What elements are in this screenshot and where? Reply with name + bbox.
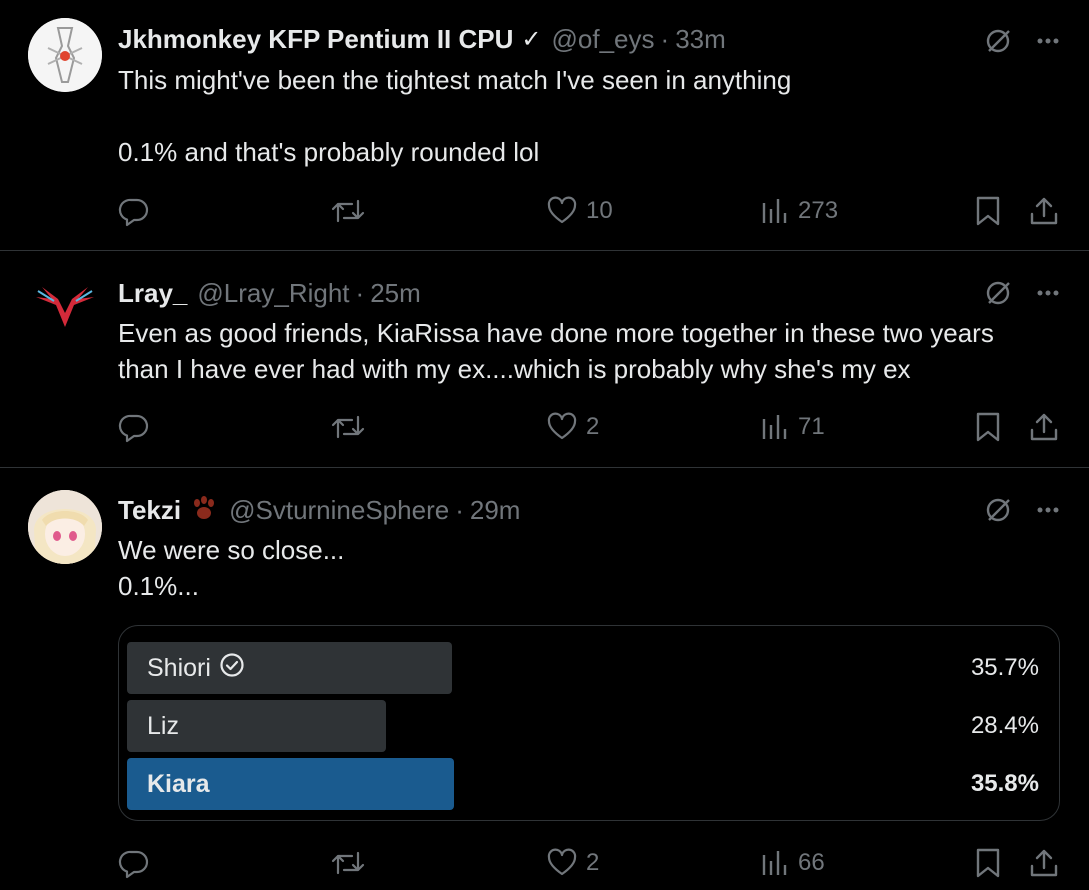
views-button[interactable]: 66 — [760, 843, 825, 883]
timestamp[interactable]: 33m — [675, 24, 726, 55]
paw-icon — [189, 495, 219, 525]
display-name[interactable]: Lray_ — [118, 278, 187, 309]
tweet-text: Even as good friends, KiaRissa have done… — [118, 318, 994, 384]
poll-option-label: Shiori — [147, 653, 211, 682]
share-icon — [1028, 411, 1060, 443]
share-icon — [1028, 195, 1060, 227]
like-icon — [546, 847, 578, 879]
views-icon — [760, 847, 790, 879]
more-icon[interactable] — [1035, 497, 1061, 523]
poll-option-percent: 35.7% — [970, 654, 1039, 681]
like-button[interactable]: 2 — [546, 843, 599, 883]
handle[interactable]: @SvturnineSphere — [229, 495, 449, 526]
tweet[interactable]: Lray_ @Lray_Right · 25m Even as good fri… — [0, 251, 1089, 467]
more-icon[interactable] — [1035, 280, 1061, 306]
repost-button[interactable] — [330, 191, 366, 231]
reply-icon — [118, 847, 150, 879]
like-count: 2 — [586, 849, 600, 876]
repost-icon — [330, 195, 366, 227]
handle[interactable]: @Lray_Right — [197, 278, 349, 309]
views-button[interactable]: 71 — [760, 407, 825, 447]
bookmark-icon — [974, 195, 1002, 227]
poll: Shiori 35.7% Liz 28.4% Kiara 35.8% — [118, 625, 1060, 821]
tweet-header: Lray_ @Lray_Right · 25m — [118, 276, 421, 310]
tweet[interactable]: Jkhmonkey KFP Pentium II CPU ✓ @of_eys ·… — [0, 0, 1089, 250]
tweet-header: Jkhmonkey KFP Pentium II CPU ✓ @of_eys ·… — [118, 22, 726, 56]
action-bar: 2 66 — [118, 843, 1063, 883]
separator: · — [355, 277, 365, 308]
poll-option-percent: 35.8% — [970, 770, 1039, 797]
timestamp[interactable]: 29m — [470, 495, 521, 526]
separator: · — [660, 23, 670, 54]
poll-option-label: Liz — [147, 711, 179, 740]
reply-icon — [118, 195, 150, 227]
avatar[interactable] — [28, 271, 102, 345]
tweet[interactable]: Tekzi @SvturnineSphere · 29m We were so … — [0, 468, 1089, 890]
action-bar: 2 71 — [118, 407, 1063, 447]
repost-icon — [330, 411, 366, 443]
repost-button[interactable] — [330, 843, 366, 883]
poll-option-percent: 28.4% — [970, 712, 1039, 739]
separator: · — [455, 494, 464, 525]
display-name[interactable]: Jkhmonkey KFP Pentium II CPU — [118, 24, 513, 55]
tweet-header: Tekzi @SvturnineSphere · 29m — [118, 493, 520, 527]
poll-option-label-wrap: Shiori — [147, 642, 245, 694]
reply-button[interactable] — [118, 407, 150, 447]
view-count: 66 — [798, 849, 825, 876]
display-name[interactable]: Tekzi — [118, 495, 181, 526]
views-icon — [760, 411, 790, 443]
more-icon[interactable] — [1035, 28, 1061, 54]
repost-icon — [330, 847, 366, 879]
tweet-text: We were so close... 0.1%... — [118, 535, 345, 601]
like-count: 10 — [586, 197, 613, 224]
view-count: 273 — [798, 197, 839, 224]
tweet-text: This might've been the tightest match I'… — [118, 65, 792, 167]
poll-option-label-wrap: Liz — [147, 700, 179, 752]
bookmark-button[interactable] — [974, 843, 1002, 883]
bookmark-button[interactable] — [974, 407, 1002, 447]
check-circle-icon — [219, 652, 245, 685]
views-icon — [760, 195, 790, 227]
like-button[interactable]: 2 — [546, 407, 599, 447]
avatar[interactable] — [28, 18, 102, 92]
verified-badge: ✓ — [521, 25, 542, 53]
handle[interactable]: @of_eys — [552, 24, 655, 55]
share-icon — [1028, 847, 1060, 879]
like-icon — [546, 195, 578, 227]
poll-option-label-wrap: Kiara — [147, 758, 210, 810]
share-button[interactable] — [1028, 843, 1060, 883]
grok-icon[interactable] — [983, 278, 1013, 308]
bookmark-icon — [974, 847, 1002, 879]
reply-button[interactable] — [118, 191, 150, 231]
avatar[interactable] — [28, 490, 102, 564]
like-count: 2 — [586, 413, 600, 440]
poll-option: Liz 28.4% — [127, 700, 1039, 752]
grok-icon[interactable] — [983, 26, 1013, 56]
bookmark-icon — [974, 411, 1002, 443]
timestamp[interactable]: 25m — [370, 278, 421, 309]
share-button[interactable] — [1028, 407, 1060, 447]
view-count: 71 — [798, 413, 825, 440]
repost-button[interactable] — [330, 407, 366, 447]
poll-option-label: Kiara — [147, 769, 210, 798]
like-button[interactable]: 10 — [546, 191, 613, 231]
reply-icon — [118, 411, 150, 443]
bookmark-button[interactable] — [974, 191, 1002, 231]
views-button[interactable]: 273 — [760, 191, 838, 231]
share-button[interactable] — [1028, 191, 1060, 231]
poll-option-winner: Kiara 35.8% — [127, 758, 1039, 810]
poll-option: Shiori 35.7% — [127, 642, 1039, 694]
reply-button[interactable] — [118, 843, 150, 883]
like-icon — [546, 411, 578, 443]
grok-icon[interactable] — [983, 495, 1013, 525]
action-bar: 10 273 — [118, 191, 1063, 231]
